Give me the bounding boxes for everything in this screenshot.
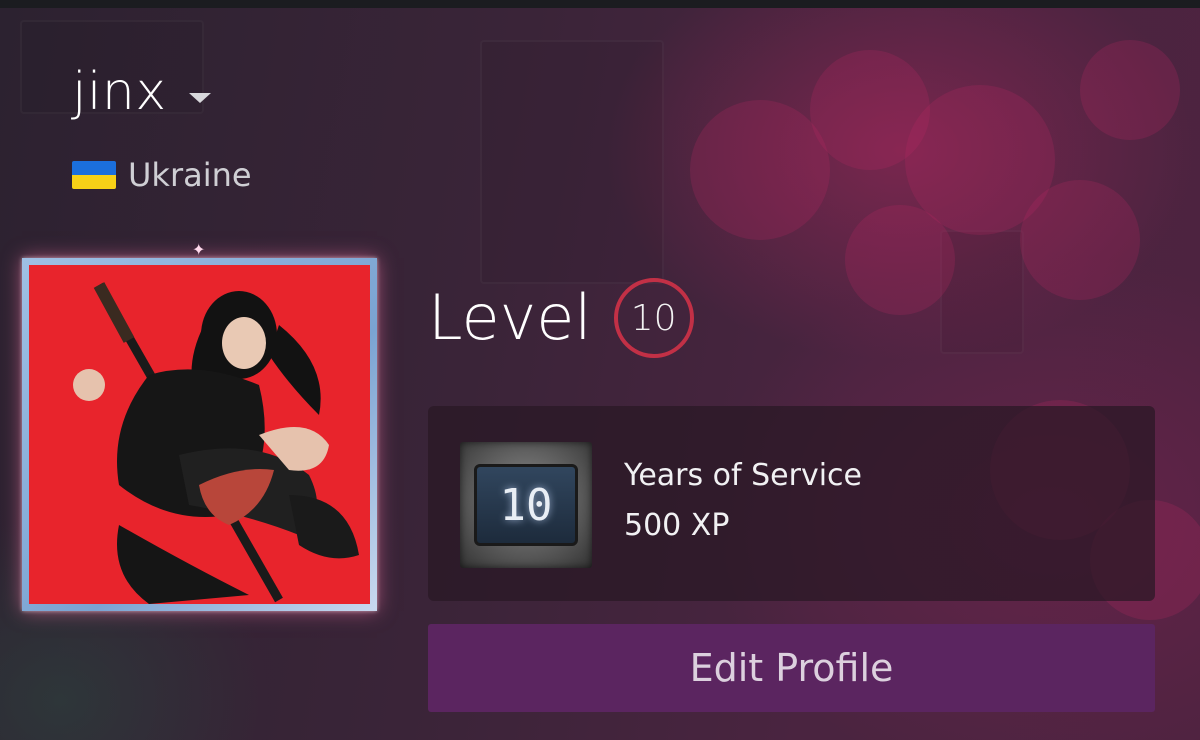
level-row: Level 10 <box>428 278 694 358</box>
top-bar <box>0 0 1200 8</box>
country-row: Ukraine <box>72 156 252 194</box>
avatar-image <box>29 265 370 604</box>
badge-title: Years of Service <box>624 458 863 493</box>
level-badge[interactable]: 10 <box>613 278 694 358</box>
badge-plate: 10 <box>474 464 578 546</box>
edit-profile-button[interactable]: Edit Profile <box>428 624 1155 712</box>
username: jinx <box>72 62 167 122</box>
badge-xp: 500 XP <box>624 508 730 543</box>
ukraine-flag-icon <box>72 161 116 189</box>
avatar[interactable] <box>22 258 377 611</box>
level-label: Level <box>428 281 592 354</box>
username-row[interactable]: jinx <box>72 62 211 122</box>
years-of-service-badge-icon: 10 <box>460 442 592 568</box>
sparkle-icon: ✦ <box>192 240 206 259</box>
chevron-down-icon[interactable] <box>188 93 211 103</box>
featured-badge-card[interactable]: 10 Years of Service 500 XP <box>428 406 1155 601</box>
country-label: Ukraine <box>128 156 252 194</box>
